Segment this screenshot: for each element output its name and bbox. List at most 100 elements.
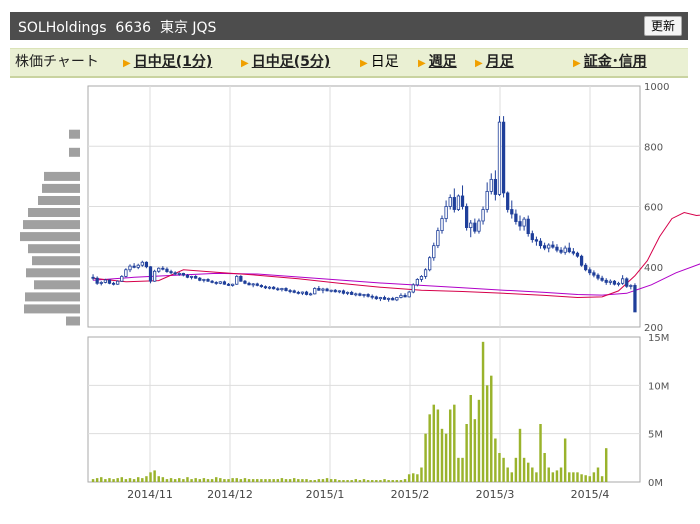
volume-bar (317, 479, 321, 482)
candle-body (592, 272, 596, 276)
profile-bar (42, 183, 80, 193)
candle-body (501, 121, 506, 194)
candle-body (251, 283, 255, 286)
candle-body (415, 278, 420, 286)
profile-bar (23, 220, 80, 230)
candle-body (120, 275, 124, 282)
date-label: 2015/4 (571, 488, 610, 501)
candle-body (169, 271, 173, 274)
candle-body (362, 294, 366, 296)
candle-body (526, 218, 530, 235)
volume-bar (247, 479, 251, 482)
volume-bar (165, 479, 169, 482)
candle-body (448, 197, 452, 207)
volume-bar (568, 472, 571, 482)
date-label: 2014/12 (207, 488, 253, 501)
candle-body (132, 265, 136, 268)
date-axis: 2014/11 2014/12 2015/1 2015/2 2015/3 2015/4 (127, 488, 609, 501)
volume-bar (288, 479, 292, 482)
candle-body (600, 277, 604, 281)
volume-bar (457, 457, 460, 482)
candle-body (300, 291, 305, 294)
volume-bar (276, 479, 280, 482)
volume-bar (120, 477, 124, 482)
volume-bar (325, 478, 329, 482)
volume-bar (173, 479, 177, 482)
candle-body (313, 288, 317, 295)
volume-bar (440, 428, 444, 482)
candle-body (284, 288, 288, 291)
volume-bar (481, 341, 485, 482)
volume-bar (251, 479, 255, 482)
volume-bar (354, 479, 358, 482)
candle-body (325, 288, 329, 292)
candle-body (481, 209, 485, 222)
candle-body (194, 275, 198, 279)
candle-body (255, 283, 259, 286)
candle-body (489, 178, 493, 192)
candle-body (575, 252, 580, 257)
volume-bar (141, 478, 144, 482)
volume-bar (301, 479, 304, 482)
profile-bar (28, 208, 80, 217)
volume-tick-label: 5M (648, 430, 663, 441)
volume-bar (198, 479, 202, 482)
candle-body (366, 294, 370, 297)
candle-body (506, 192, 510, 210)
candle-body (469, 222, 473, 228)
candle-body (514, 213, 518, 222)
volume-bar (432, 404, 436, 482)
candle-body (185, 274, 190, 278)
volume-bar (584, 475, 587, 482)
volume-bar (178, 478, 181, 482)
volume-bar (547, 467, 550, 482)
volume-bar (223, 479, 226, 482)
volume-bar (112, 479, 115, 482)
volume-bar (510, 472, 514, 482)
candle-body (222, 281, 227, 285)
candle-body (202, 278, 206, 281)
candle-body (436, 230, 440, 247)
price-tick-label: 600 (644, 203, 663, 214)
candle-body (206, 278, 210, 282)
candle-body (419, 275, 424, 280)
candle-body (111, 282, 116, 285)
candle-body (358, 293, 362, 296)
volume-bar (543, 453, 546, 482)
volume-bar (375, 480, 378, 482)
profile-bar (28, 244, 80, 254)
volume-bar (108, 478, 111, 482)
candle-body (329, 289, 333, 292)
profile-bar (24, 304, 80, 314)
candle-body (354, 293, 358, 296)
candle-body (288, 290, 292, 292)
volume-bar (600, 476, 604, 482)
volume-bar (309, 480, 312, 482)
volume-bar (239, 479, 243, 482)
candle-body (152, 270, 157, 282)
candle-body (296, 291, 300, 294)
volume-bar (145, 476, 148, 482)
volume-bar (403, 479, 407, 482)
volume-tick-label: 0M (648, 478, 663, 489)
candle-body (604, 279, 608, 283)
candle-body (633, 285, 637, 313)
price-tick-label: 1000 (644, 82, 669, 93)
volume-bar (235, 478, 238, 482)
candle-body (444, 206, 448, 219)
candle-body (259, 285, 264, 288)
candle-body (432, 245, 436, 259)
candle-body (247, 282, 251, 286)
candle-body (612, 280, 617, 285)
candle-body (99, 282, 103, 284)
price-tick-label: 800 (644, 142, 663, 153)
price-axis: 1000800600400200 (644, 82, 669, 334)
volume-bar (104, 479, 107, 482)
stock-chart: 1000800600400200 15M10M5M0M 2014/11 2014/… (20, 82, 700, 501)
profile-bar (38, 196, 80, 205)
volume-bar (592, 472, 596, 482)
candle-body (407, 291, 411, 298)
volume-bar (604, 448, 608, 482)
candle-body (423, 269, 428, 277)
volume-bar (182, 479, 185, 482)
